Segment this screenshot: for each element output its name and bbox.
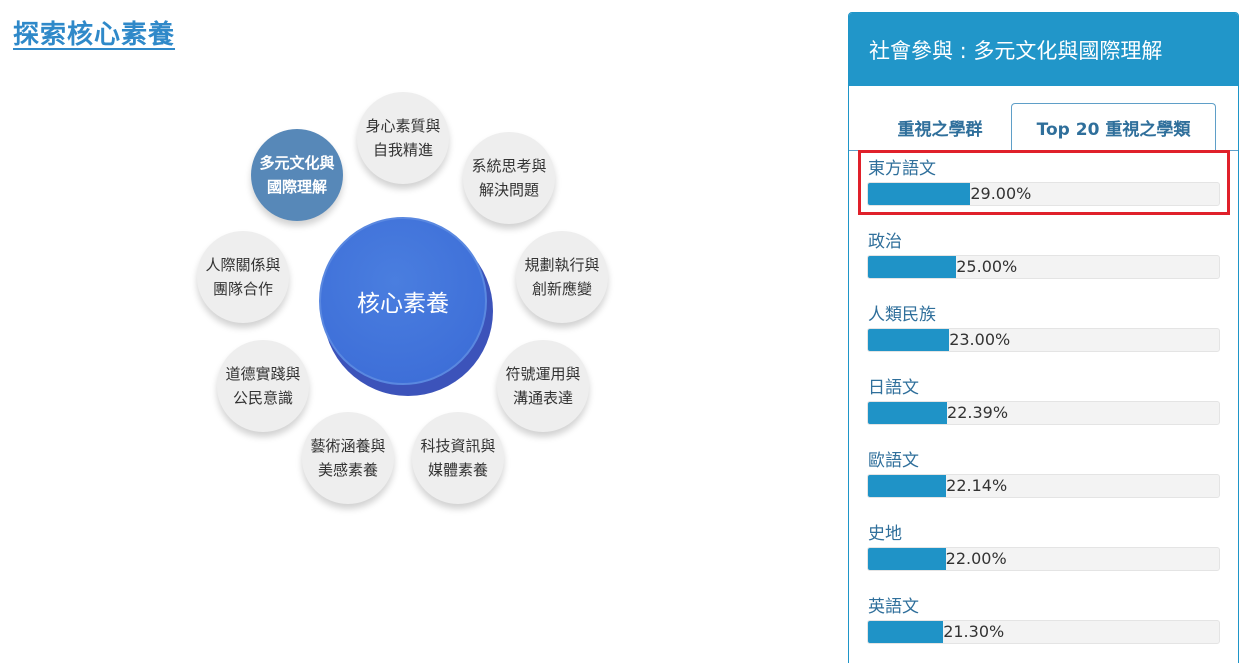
progress-value: 23.00% [949,330,1011,349]
progress-bar-fill [868,256,957,278]
bubble-label-line2: 溝通表達 [512,389,573,407]
bubble-tech-media[interactable]: 科技資訊與 媒體素養 [412,412,504,504]
progress-value: 21.30% [943,622,1005,641]
list-item[interactable]: 歐語文 22.14% [867,446,1222,519]
bubble-art-aesthetics[interactable]: 藝術涵養與 美感素養 [302,412,394,504]
progress-bar-fill [868,329,950,351]
progress-bar: 21.30% [867,620,1220,644]
list-item[interactable]: 政治 25.00% [867,227,1222,300]
tab-important-groups[interactable]: 重視之學群 [869,104,1011,151]
list-item[interactable]: 東方語文 29.00% [867,154,1222,227]
progress-bar-fill [868,475,947,497]
bubble-label-line1: 道德實踐與 [225,365,301,383]
bubble-planning-innovation[interactable]: 規劃執行與 創新應變 [516,231,608,323]
category-list: 東方語文 29.00% 政治 25.00% 人類民族 23.00% 日語文 22… [867,154,1222,663]
bubble-label-line2: 解決問題 [478,181,539,199]
progress-bar: 23.00% [867,328,1220,352]
category-label: 政治 [868,232,902,252]
panel-title: 社會參與 : 多元文化與國際理解 [869,38,1163,63]
bubble-label-line1: 規劃執行與 [524,256,600,274]
category-label: 歐語文 [868,451,919,471]
bubble-label-line1: 多元文化與 [259,154,335,172]
progress-bar: 25.00% [867,255,1220,279]
bubble-symbol-communication[interactable]: 符號運用與 溝通表達 [497,340,589,432]
progress-value: 29.00% [970,184,1032,203]
category-label: 英語文 [868,597,919,617]
results-panel: 社會參與 : 多元文化與國際理解 重視之學群 Top 20 重視之學類 東方語文… [848,12,1239,663]
bubble-label-line2: 團隊合作 [212,280,273,298]
progress-value: 22.14% [946,476,1008,495]
bubble-label-line1: 系統思考與 [471,157,547,175]
tab-top20-categories[interactable]: Top 20 重視之學類 [1011,103,1216,151]
bubble-label-line2: 自我精進 [372,141,433,159]
category-label: 日語文 [868,378,919,398]
list-item[interactable]: 英語文 21.30% [867,592,1222,663]
bubble-label-line1: 身心素質與 [365,117,441,135]
bubble-label-line1: 人際關係與 [205,256,281,274]
core-competency-circle[interactable]: 核心素養 [319,217,487,385]
bubble-label-line2: 美感素養 [317,461,378,479]
bubble-label-line2: 創新應變 [531,280,592,298]
bubble-systems-thinking[interactable]: 系統思考與 解決問題 [463,132,555,224]
list-item[interactable]: 人類民族 23.00% [867,300,1222,373]
progress-bar-fill [868,548,946,570]
bubble-moral-civic[interactable]: 道德實踐與 公民意識 [217,340,309,432]
progress-value: 22.00% [945,549,1007,568]
progress-bar: 22.39% [867,401,1220,425]
progress-bar: 22.14% [867,474,1220,498]
progress-value: 25.00% [956,257,1018,276]
bubble-label-line2: 公民意識 [232,389,293,407]
progress-bar-fill [868,402,948,424]
bubble-label-line1: 藝術涵養與 [310,437,386,455]
progress-value: 22.39% [947,403,1009,422]
progress-bar: 22.00% [867,547,1220,571]
category-label: 東方語文 [868,159,936,179]
progress-bar: 29.00% [867,182,1220,206]
list-item[interactable]: 史地 22.00% [867,519,1222,592]
bubble-label-line1: 科技資訊與 [420,437,496,455]
bubble-label-line2: 媒體素養 [427,461,488,479]
panel-header: 社會參與 : 多元文化與國際理解 [849,13,1238,86]
bubble-physical-mental[interactable]: 身心素質與 自我精進 [357,92,449,184]
bubble-label-line1: 符號運用與 [505,365,581,383]
bubble-interpersonal-teamwork[interactable]: 人際關係與 團隊合作 [197,231,289,323]
category-label: 人類民族 [868,305,936,325]
progress-bar-fill [868,621,944,643]
tab-bar: 重視之學群 Top 20 重視之學類 [849,102,1238,151]
core-label: 核心素養 [357,291,449,317]
category-label: 史地 [868,524,902,544]
bubble-multicultural-international[interactable]: 多元文化與 國際理解 [251,129,343,221]
bubble-label-line2: 國際理解 [266,178,327,196]
list-item[interactable]: 日語文 22.39% [867,373,1222,446]
competency-wheel: 身心素質與 自我精進 系統思考與 解決問題 規劃執行與 創新應變 符號運用與 溝… [0,0,820,663]
progress-bar-fill [868,183,971,205]
